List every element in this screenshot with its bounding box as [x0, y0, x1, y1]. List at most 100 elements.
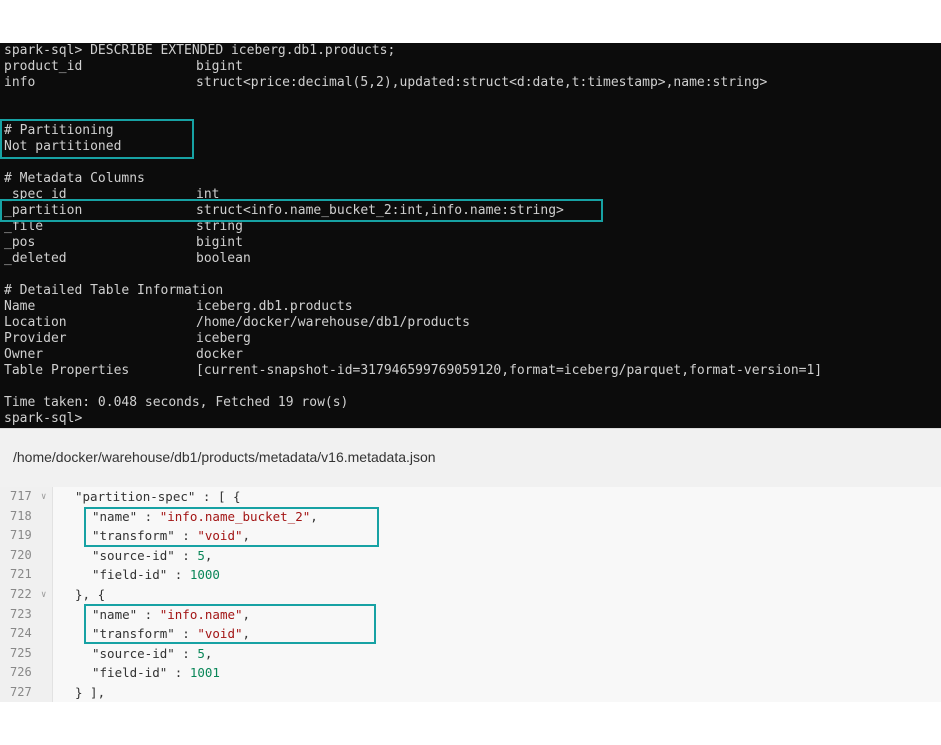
code-line: 718 "name" : "info.name_bucket_2",	[0, 507, 941, 527]
property-name: Owner	[4, 347, 44, 362]
property-value: iceberg	[196, 331, 251, 346]
column-name: _partition	[4, 203, 83, 218]
column-type: struct<price:decimal(5,2),updated:struct…	[196, 75, 768, 90]
json-key: "transform" :	[92, 528, 198, 544]
code-line: 722 ∨ }, {	[0, 585, 941, 605]
partitioning-value: Not partitioned	[4, 139, 122, 154]
column-type: int	[196, 187, 220, 202]
column-type: struct<info.name_bucket_2:int,info.name:…	[196, 203, 564, 218]
metadata-columns-header: # Metadata Columns	[4, 171, 145, 186]
partitioning-header: # Partitioning	[4, 123, 114, 138]
code-line: 720 "source-id" : 5,	[0, 546, 941, 566]
code-line: 727 } ],	[0, 683, 941, 703]
line-number: 718	[10, 508, 32, 523]
property-name: Name	[4, 299, 36, 314]
line-number: 724	[10, 626, 32, 641]
line-number: 720	[10, 547, 32, 562]
json-key: "source-id" :	[92, 645, 198, 661]
json-number: 5	[197, 547, 205, 563]
file-path-bar: /home/docker/warehouse/db1/products/meta…	[0, 428, 941, 488]
table-row: Location /home/docker/warehouse/db1/prod…	[4, 315, 470, 331]
code-text: } ],	[75, 685, 106, 700]
detailed-info-header: # Detailed Table Information	[4, 283, 224, 298]
line-number: 725	[10, 645, 32, 660]
command-line: spark-sql> DESCRIBE EXTENDED iceberg.db1…	[4, 43, 396, 58]
code-line: 726 "field-id" : 1001	[0, 663, 941, 683]
prompt: spark-sql>	[4, 411, 83, 426]
column-type: string	[196, 219, 243, 234]
column-name: _spec_id	[4, 187, 67, 202]
json-editor: 717 ∨ "partition-spec" : [ { 718 "name" …	[0, 487, 941, 702]
table-row: Table Properties [current-snapshot-id=31…	[4, 363, 822, 379]
column-type: bigint	[196, 59, 243, 74]
code-text: "field-id" : 1000	[92, 565, 220, 585]
time-taken: Time taken: 0.048 seconds, Fetched 19 ro…	[4, 395, 349, 410]
code-line: 724 "transform" : "void",	[0, 624, 941, 644]
column-type: boolean	[196, 251, 251, 266]
punctuation: ,	[310, 508, 318, 524]
chevron-down-icon[interactable]: ∨	[41, 586, 46, 606]
punctuation: ,	[204, 645, 213, 661]
table-row: Name iceberg.db1.products	[4, 299, 353, 315]
table-row: Provider iceberg	[4, 331, 251, 347]
code-line: 717 ∨ "partition-spec" : [ {	[0, 487, 941, 507]
line-number: 726	[10, 665, 32, 680]
terminal-output: spark-sql> DESCRIBE EXTENDED iceberg.db1…	[0, 43, 941, 428]
property-name: Table Properties	[4, 363, 130, 378]
code-text: "transform" : "void",	[92, 624, 250, 644]
json-number: 1000	[189, 567, 220, 583]
json-key: "name" :	[92, 508, 160, 524]
punctuation: ,	[204, 547, 213, 563]
table-row: _spec_id int	[4, 187, 219, 203]
table-row: _pos bigint	[4, 235, 243, 251]
json-key: "transform" :	[92, 626, 198, 642]
json-key: "name" :	[92, 606, 160, 622]
table-row: _partition struct<info.name_bucket_2:int…	[4, 203, 564, 219]
json-key: "source-id" :	[92, 547, 198, 563]
code-line: 725 "source-id" : 5,	[0, 644, 941, 664]
code-line: 719 "transform" : "void",	[0, 526, 941, 546]
punctuation: ,	[242, 606, 251, 622]
property-name: Location	[4, 315, 67, 330]
json-number: 1001	[189, 665, 220, 681]
column-name: product_id	[4, 59, 83, 74]
code-line: 721 "field-id" : 1000	[0, 565, 941, 585]
code-text: "name" : "info.name_bucket_2",	[92, 507, 318, 527]
property-value: docker	[196, 347, 243, 362]
json-string: "void"	[197, 626, 243, 642]
property-value: iceberg.db1.products	[196, 299, 353, 314]
json-key: "field-id" :	[92, 665, 190, 681]
property-name: Provider	[4, 331, 67, 346]
punctuation: ,	[242, 626, 251, 642]
line-number: 722	[10, 587, 32, 601]
json-string: "info.name"	[159, 606, 243, 622]
code-text: "source-id" : 5,	[92, 546, 212, 566]
punctuation: ,	[242, 528, 251, 544]
column-type: bigint	[196, 235, 243, 250]
code-text: "partition-spec" : [ {	[75, 489, 241, 504]
property-value: [current-snapshot-id=317946599769059120,…	[196, 363, 823, 378]
json-string: "info.name_bucket_2"	[159, 508, 311, 524]
column-name: _file	[4, 219, 44, 234]
code-text: "source-id" : 5,	[92, 644, 212, 664]
line-number: 721	[10, 567, 32, 582]
code-text: }, {	[75, 587, 106, 602]
column-name: info	[4, 75, 36, 90]
code-text: "name" : "info.name",	[92, 605, 250, 625]
column-name: _deleted	[4, 251, 67, 266]
table-row: _deleted boolean	[4, 251, 251, 267]
line-number: 723	[10, 606, 32, 621]
json-string: "void"	[197, 528, 243, 544]
column-name: _pos	[4, 235, 36, 250]
file-path: /home/docker/warehouse/db1/products/meta…	[13, 449, 436, 465]
table-row: Owner docker	[4, 347, 243, 363]
chevron-down-icon[interactable]: ∨	[41, 488, 46, 508]
code-line: 723 "name" : "info.name",	[0, 605, 941, 625]
property-value: /home/docker/warehouse/db1/products	[196, 315, 470, 330]
line-number: 717	[10, 489, 32, 503]
json-key: "field-id" :	[92, 567, 190, 583]
code-text: "field-id" : 1001	[92, 663, 220, 683]
code-text: "transform" : "void",	[92, 526, 250, 546]
line-number: 727	[10, 685, 32, 699]
line-number: 719	[10, 528, 32, 543]
